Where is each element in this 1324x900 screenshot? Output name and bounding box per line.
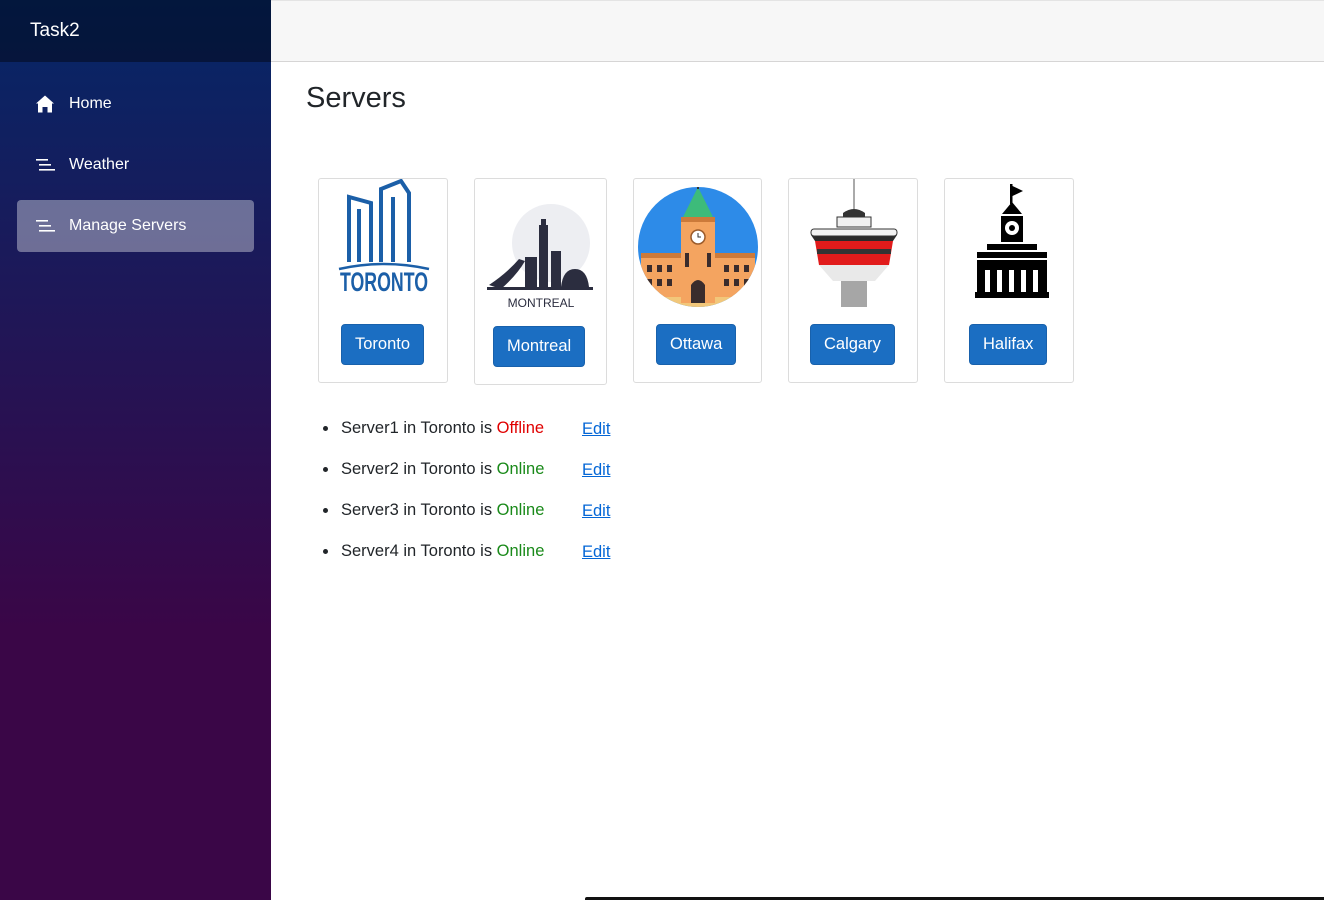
calgary-button[interactable]: Calgary	[810, 324, 895, 365]
status-badge: Offline	[496, 419, 545, 437]
bullet-icon	[323, 467, 328, 472]
city-card-halifax: Halifax	[944, 178, 1074, 383]
list-icon	[35, 155, 55, 175]
main-content: Servers TORONTO Toronto MONTREAL Montrea…	[306, 62, 1324, 561]
halifax-button[interactable]: Halifax	[969, 324, 1048, 365]
montreal-logo-text: MONTREAL	[508, 296, 575, 310]
city-card-calgary: Calgary	[788, 178, 918, 383]
edit-link[interactable]: Edit	[582, 461, 610, 480]
toronto-logo-text: TORONTO	[340, 267, 428, 297]
top-bar	[271, 0, 1324, 62]
server-text: Server4 in Toronto is Online	[341, 542, 545, 560]
nav-menu: Home Weather Manage Servers	[0, 62, 271, 252]
status-badge: Online	[496, 501, 545, 519]
city-card-ottawa: Ottawa	[633, 178, 762, 383]
toronto-city-hall-icon: TORONTO	[338, 179, 430, 297]
edit-link[interactable]: Edit	[582, 420, 610, 439]
toronto-button[interactable]: Toronto	[341, 324, 425, 365]
sidebar: Task2 Home Weather Manage Servers	[0, 0, 271, 900]
bullet-icon	[323, 508, 328, 513]
calgary-tower-icon	[810, 179, 898, 307]
server-text: Server2 in Toronto is Online	[341, 460, 545, 478]
montreal-olympic-tower-icon: MONTREAL	[487, 204, 593, 310]
bullet-icon	[323, 426, 328, 431]
halifax-town-clock-icon	[975, 184, 1049, 298]
nav-label-home: Home	[69, 95, 112, 112]
nav-item-home[interactable]: Home	[17, 78, 254, 130]
page-title: Servers	[306, 82, 406, 114]
status-badge: Online	[496, 542, 545, 560]
bullet-icon	[323, 549, 328, 554]
edit-link[interactable]: Edit	[582, 543, 610, 562]
nav-item-weather[interactable]: Weather	[17, 139, 254, 191]
ottawa-button[interactable]: Ottawa	[656, 324, 737, 365]
edit-link[interactable]: Edit	[582, 502, 610, 521]
nav-label-weather: Weather	[69, 156, 130, 173]
app-title[interactable]: Task2	[30, 20, 80, 42]
nav-item-manage-servers[interactable]: Manage Servers	[17, 200, 254, 252]
server-text: Server3 in Toronto is Online	[341, 501, 545, 519]
status-badge: Online	[496, 460, 545, 478]
brand-bar: Task2	[0, 0, 271, 62]
ottawa-parliament-icon	[638, 187, 758, 307]
city-card-montreal: MONTREAL Montreal	[474, 178, 607, 385]
montreal-button[interactable]: Montreal	[493, 326, 586, 367]
city-card-toronto: TORONTO Toronto	[318, 178, 448, 383]
home-icon	[35, 94, 55, 114]
list-icon	[35, 216, 55, 236]
nav-label-manage-servers: Manage Servers	[69, 217, 187, 234]
server-text: Server1 in Toronto is Offline	[341, 419, 545, 437]
